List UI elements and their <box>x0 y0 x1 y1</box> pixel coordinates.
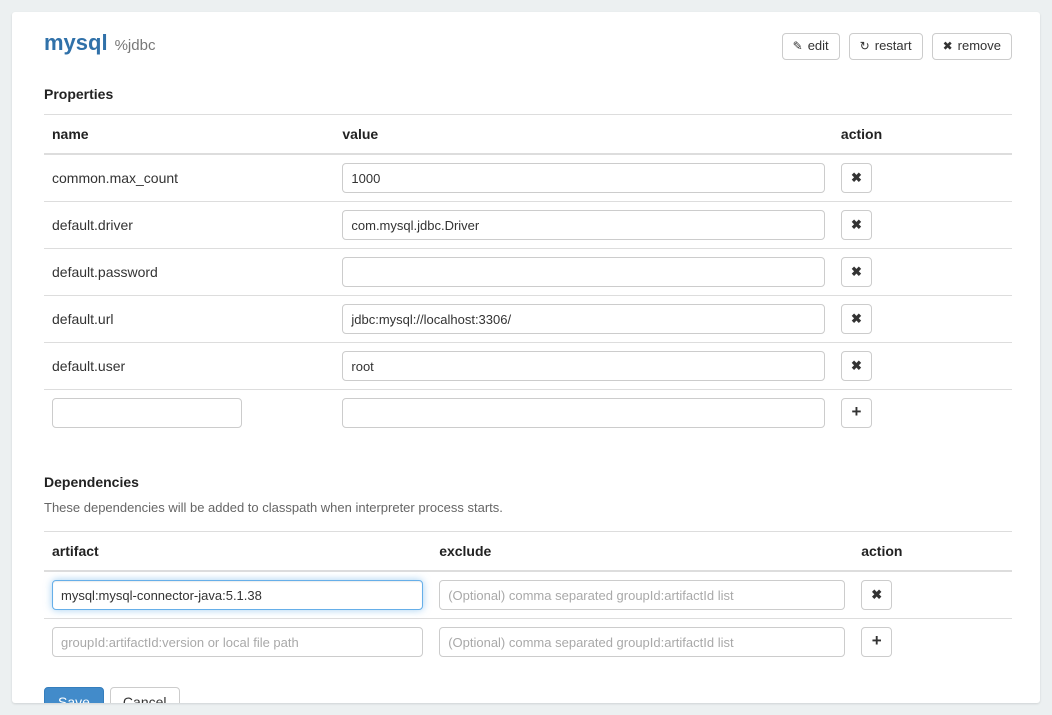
restart-button-label: restart <box>875 37 912 55</box>
property-name: default.password <box>44 249 334 296</box>
properties-header-row: name value action <box>44 115 1012 155</box>
property-name: common.max_count <box>44 154 334 202</box>
property-row-default-password: default.password ✖ <box>44 249 1012 296</box>
plus-icon: + <box>872 631 882 651</box>
header-actions: ✎ edit ↻ restart ✖ remove <box>782 33 1012 60</box>
pencil-icon: ✎ <box>793 38 803 55</box>
remove-property-button[interactable]: ✖ <box>841 304 872 334</box>
dependency-exclude-input[interactable] <box>439 580 845 610</box>
new-property-row: + <box>44 390 1012 437</box>
property-name: default.driver <box>44 202 334 249</box>
edit-button[interactable]: ✎ edit <box>782 33 840 60</box>
dependencies-table: artifact exclude action ✖ + <box>44 531 1012 665</box>
properties-heading: Properties <box>44 86 1012 102</box>
column-header-exclude: exclude <box>431 532 853 572</box>
dependencies-heading: Dependencies <box>44 474 1012 490</box>
x-icon: ✖ <box>943 38 953 55</box>
property-row-default-driver: default.driver ✖ <box>44 202 1012 249</box>
x-icon: ✖ <box>871 587 882 603</box>
property-value-input[interactable] <box>342 257 825 287</box>
property-row-default-url: default.url ✖ <box>44 296 1012 343</box>
restart-button[interactable]: ↻ restart <box>849 33 923 60</box>
dependency-artifact-input[interactable] <box>52 580 423 610</box>
property-name: default.url <box>44 296 334 343</box>
x-icon: ✖ <box>851 217 862 233</box>
x-icon: ✖ <box>851 264 862 280</box>
remove-property-button[interactable]: ✖ <box>841 351 872 381</box>
property-row-common-max-count: common.max_count ✖ <box>44 154 1012 202</box>
plus-icon: + <box>851 402 861 422</box>
remove-button[interactable]: ✖ remove <box>932 33 1012 60</box>
new-property-value-input[interactable] <box>342 398 825 428</box>
add-dependency-button[interactable]: + <box>861 627 892 657</box>
refresh-icon: ↻ <box>860 38 870 55</box>
interpreter-binding-tag: %jdbc <box>115 37 156 54</box>
interpreter-title-group: mysql %jdbc <box>44 30 155 56</box>
column-header-artifact: artifact <box>44 532 431 572</box>
remove-property-button[interactable]: ✖ <box>841 257 872 287</box>
x-icon: ✖ <box>851 358 862 374</box>
dependency-row: ✖ <box>44 571 1012 619</box>
column-header-value: value <box>334 115 833 155</box>
new-dependency-row: + <box>44 619 1012 666</box>
dependencies-description: These dependencies will be added to clas… <box>44 500 1012 515</box>
new-dependency-exclude-input[interactable] <box>439 627 845 657</box>
new-property-name-input[interactable] <box>52 398 242 428</box>
edit-button-label: edit <box>808 37 829 55</box>
header: mysql %jdbc ✎ edit ↻ restart ✖ remove <box>44 30 1012 60</box>
x-icon: ✖ <box>851 170 862 186</box>
interpreter-settings-panel: mysql %jdbc ✎ edit ↻ restart ✖ remove Pro… <box>12 12 1040 703</box>
property-name: default.user <box>44 343 334 390</box>
remove-dependency-button[interactable]: ✖ <box>861 580 892 610</box>
footer-actions: Save Cancel <box>44 687 1012 703</box>
property-row-default-user: default.user ✖ <box>44 343 1012 390</box>
property-value-input[interactable] <box>342 210 825 240</box>
cancel-button[interactable]: Cancel <box>110 687 180 703</box>
column-header-name: name <box>44 115 334 155</box>
remove-property-button[interactable]: ✖ <box>841 163 872 193</box>
new-dependency-artifact-input[interactable] <box>52 627 423 657</box>
x-icon: ✖ <box>851 311 862 327</box>
column-header-action: action <box>853 532 1012 572</box>
column-header-action: action <box>833 115 1012 155</box>
interpreter-name: mysql <box>44 30 108 55</box>
remove-property-button[interactable]: ✖ <box>841 210 872 240</box>
remove-button-label: remove <box>958 37 1001 55</box>
add-property-button[interactable]: + <box>841 398 872 428</box>
properties-table: name value action common.max_count ✖ def… <box>44 114 1012 436</box>
dependencies-header-row: artifact exclude action <box>44 532 1012 572</box>
property-value-input[interactable] <box>342 351 825 381</box>
property-value-input[interactable] <box>342 163 825 193</box>
property-value-input[interactable] <box>342 304 825 334</box>
save-button[interactable]: Save <box>44 687 104 703</box>
